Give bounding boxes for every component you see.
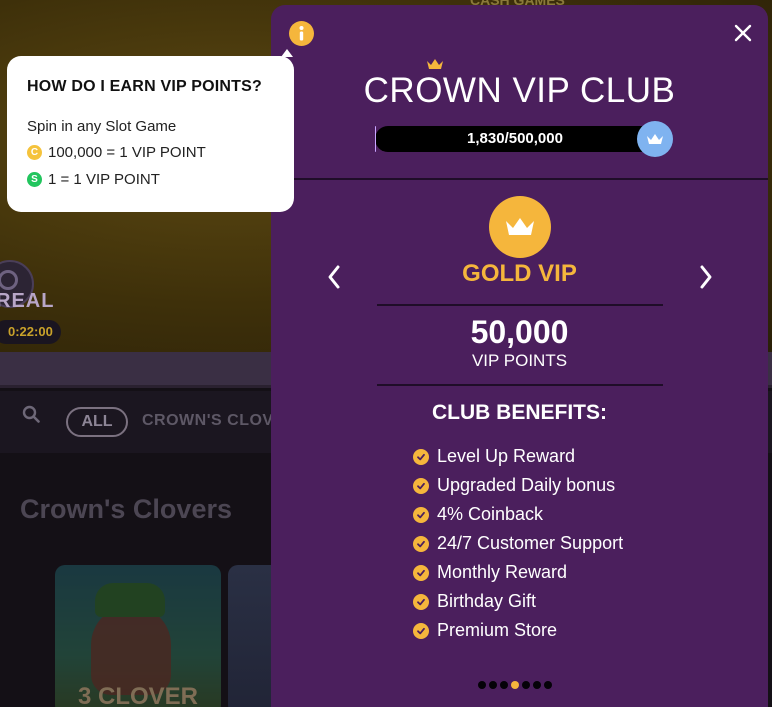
section-title: Crown's Clovers bbox=[20, 494, 232, 524]
vip-points-tooltip: HOW DO I EARN VIP POINTS? Spin in any Sl… bbox=[7, 56, 294, 212]
modal-title: CROWN VIP CLUB bbox=[363, 71, 676, 110]
gold-coin-icon: C bbox=[27, 145, 42, 160]
pagination-dot[interactable] bbox=[522, 681, 530, 689]
pagination-dot[interactable] bbox=[511, 681, 519, 689]
points-value: 50,000 bbox=[470, 314, 569, 350]
benefit-item: Monthly Reward bbox=[413, 558, 623, 587]
divider bbox=[271, 178, 768, 180]
game-card-title: 3 CLOVER bbox=[77, 683, 199, 707]
tooltip-sweeps-rate: 1 = 1 VIP POINT bbox=[48, 171, 160, 188]
tooltip-line: Spin in any Slot Game bbox=[27, 118, 176, 135]
filter-crowns-clovers-chip[interactable]: CROWN'S CLOV bbox=[142, 412, 274, 430]
benefit-item: Birthday Gift bbox=[413, 587, 623, 616]
vip-club-modal: CROWN VIP CLUB 1,830/500,000 GOLD VIP 50… bbox=[271, 5, 768, 707]
progress-text: 1,830/500,000 bbox=[467, 130, 563, 147]
tier-badge bbox=[489, 196, 551, 258]
filter-all-chip[interactable]: ALL bbox=[66, 407, 128, 437]
vip-progress-bar: 1,830/500,000 bbox=[375, 126, 669, 152]
real-badge-label: REAL bbox=[0, 290, 55, 312]
tier-name: GOLD VIP bbox=[462, 260, 577, 287]
check-icon bbox=[413, 564, 429, 581]
benefit-label: Birthday Gift bbox=[437, 591, 537, 611]
benefit-item: 4% Coinback bbox=[413, 500, 623, 529]
check-icon bbox=[413, 448, 429, 465]
benefit-item: Level Up Reward bbox=[413, 442, 623, 471]
benefit-label: Monthly Reward bbox=[437, 562, 568, 582]
next-tier-badge bbox=[637, 121, 673, 157]
points-label: VIP POINTS bbox=[471, 351, 568, 370]
tooltip-line: S 1 = 1 VIP POINT bbox=[27, 171, 160, 188]
divider bbox=[377, 304, 663, 306]
crown-icon bbox=[427, 59, 443, 69]
pagination-dot[interactable] bbox=[489, 681, 497, 689]
pagination-dot[interactable] bbox=[478, 681, 486, 689]
close-icon[interactable] bbox=[732, 22, 754, 44]
check-icon bbox=[413, 622, 429, 639]
divider bbox=[377, 384, 663, 386]
chevron-right-icon[interactable] bbox=[695, 262, 717, 292]
check-icon bbox=[413, 506, 429, 523]
pagination-dot[interactable] bbox=[544, 681, 552, 689]
tooltip-title: HOW DO I EARN VIP POINTS? bbox=[27, 78, 262, 95]
pagination-dot[interactable] bbox=[500, 681, 508, 689]
tooltip-line: C 100,000 = 1 VIP POINT bbox=[27, 144, 206, 161]
benefit-item: Premium Store bbox=[413, 616, 623, 645]
benefit-label: Premium Store bbox=[437, 620, 558, 640]
game-card[interactable]: 3 CLOVER bbox=[55, 565, 221, 707]
benefit-label: 24/7 Customer Support bbox=[437, 533, 624, 553]
benefit-item: 24/7 Customer Support bbox=[413, 529, 623, 558]
benefit-label: 4% Coinback bbox=[437, 504, 544, 524]
sweeps-coin-icon: S bbox=[27, 172, 42, 187]
check-icon bbox=[413, 477, 429, 494]
pagination-dot[interactable] bbox=[533, 681, 541, 689]
pagination-dots bbox=[478, 681, 555, 689]
benefits-title: CLUB BENEFITS: bbox=[432, 401, 607, 424]
benefit-item: Upgraded Daily bonus bbox=[413, 471, 623, 500]
leprechaun-hat-art bbox=[95, 583, 165, 617]
tooltip-gold-rate: 100,000 = 1 VIP POINT bbox=[48, 144, 206, 161]
check-icon bbox=[413, 535, 429, 552]
info-icon[interactable] bbox=[289, 21, 314, 46]
timer-pill: 0:22:00 bbox=[0, 320, 61, 344]
crown-icon bbox=[506, 218, 534, 235]
benefit-label: Level Up Reward bbox=[437, 446, 576, 466]
leprechaun-art bbox=[91, 605, 171, 695]
search-icon[interactable] bbox=[22, 405, 40, 423]
check-icon bbox=[413, 593, 429, 610]
tooltip-spin-text: Spin in any Slot Game bbox=[27, 118, 177, 135]
crown-icon bbox=[647, 134, 663, 144]
benefits-list: Level Up Reward Upgraded Daily bonus 4% Co… bbox=[413, 442, 623, 645]
benefit-label: Upgraded Daily bonus bbox=[437, 475, 616, 495]
